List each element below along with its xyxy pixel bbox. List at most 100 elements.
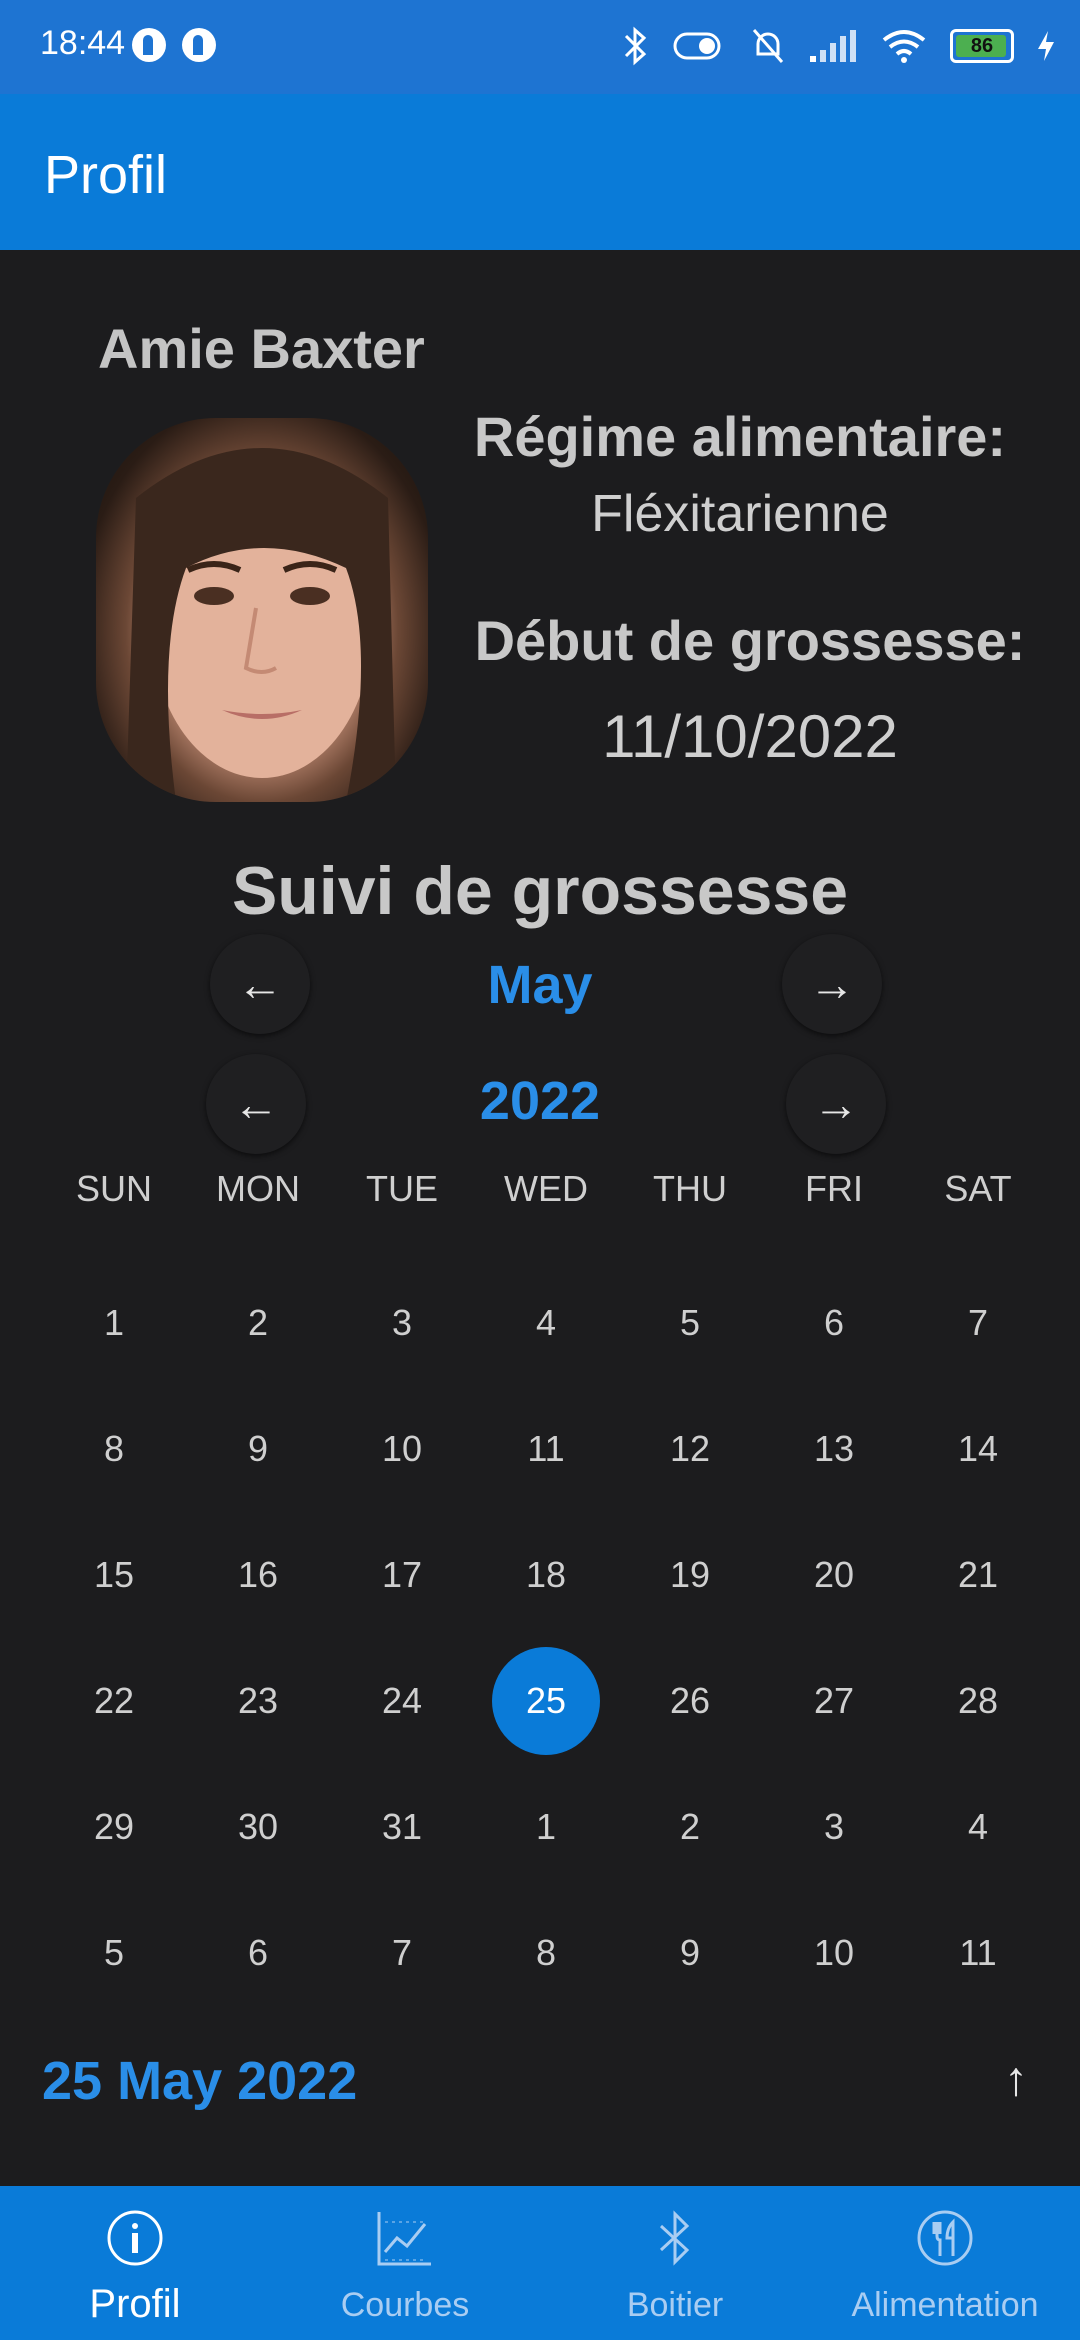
tab-profil[interactable]: Profil	[0, 2186, 270, 2340]
calendar-day[interactable]: 8	[42, 1394, 186, 1504]
calendar-day[interactable]: 22	[42, 1646, 186, 1756]
calendar-day-number: 15	[93, 1554, 135, 1595]
calendar-day[interactable]: 6	[186, 1898, 330, 2008]
calendar-day[interactable]: 6	[762, 1268, 906, 1378]
calendar-day[interactable]: 16	[186, 1520, 330, 1630]
calendar-day[interactable]: 11	[474, 1394, 618, 1504]
calendar-day-number: 11	[527, 1428, 565, 1469]
calendar-day[interactable]: 10	[330, 1394, 474, 1504]
calendar-day-number: 25	[525, 1680, 567, 1721]
calendar-day[interactable]: 3	[762, 1772, 906, 1882]
calendar-day-number: 1	[103, 1302, 125, 1343]
status-bar: 18:44 86	[0, 0, 1080, 94]
month-nav: ← May →	[0, 934, 1080, 1034]
calendar-day-number: 17	[381, 1554, 423, 1595]
calendar-day-number: 22	[93, 1680, 135, 1721]
section-title: Suivi de grossesse	[231, 853, 849, 929]
weekday-label: THU	[653, 1168, 727, 1209]
calendar-day[interactable]: 11	[906, 1898, 1050, 2008]
bluetooth-icon	[659, 2210, 690, 2266]
calendar-day[interactable]: 28	[906, 1646, 1050, 1756]
calendar-day-number: 27	[813, 1680, 855, 1721]
calendar-day-number: 4	[535, 1302, 557, 1343]
calendar-day[interactable]: 5	[618, 1268, 762, 1378]
pregnancy-start-value: 11/10/2022	[602, 703, 898, 770]
calendar-day[interactable]: 21	[906, 1520, 1050, 1630]
calendar-day[interactable]: 27	[762, 1646, 906, 1756]
avatar	[96, 418, 428, 802]
calendar-day[interactable]: 7	[906, 1268, 1050, 1378]
app-bar: Profil	[0, 94, 1080, 250]
calendar-day[interactable]: 18	[474, 1520, 618, 1630]
calendar-day[interactable]: 10	[762, 1898, 906, 2008]
app-notification-icon	[182, 28, 216, 62]
calendar-day-number: 6	[247, 1932, 269, 1973]
calendar-day[interactable]: 19	[618, 1520, 762, 1630]
calendar-day[interactable]: 4	[906, 1772, 1050, 1882]
calendar-day-number: 19	[669, 1554, 711, 1595]
calendar-day[interactable]: 7	[330, 1898, 474, 2008]
calendar-day[interactable]: 9	[186, 1394, 330, 1504]
tab-courbes[interactable]: Courbes	[270, 2186, 540, 2340]
tab-alimentation[interactable]: Alimentation	[810, 2186, 1080, 2340]
mute-bell-icon	[752, 29, 784, 63]
calendar-day-number: 7	[391, 1932, 413, 1973]
calendar-day-number: 2	[247, 1302, 269, 1343]
arrow-right-icon: →	[809, 958, 855, 1010]
next-year-button[interactable]: →	[786, 1054, 886, 1154]
calendar-day[interactable]: 13	[762, 1394, 906, 1504]
calendar-day[interactable]: 8	[474, 1898, 618, 2008]
calendar-day-number: 31	[381, 1806, 423, 1847]
calendar-day[interactable]: 3	[330, 1268, 474, 1378]
calendar-day[interactable]: 2	[618, 1772, 762, 1882]
profile-name: Amie Baxter	[98, 317, 425, 380]
toggle-status-icon	[673, 32, 721, 60]
calendar-day-selected[interactable]: 25	[474, 1646, 618, 1756]
calendar-day-number: 24	[381, 1680, 423, 1721]
calendar-day[interactable]: 14	[906, 1394, 1050, 1504]
calendar-day-number: 4	[967, 1806, 989, 1847]
bluetooth-status-icon	[624, 26, 647, 66]
calendar-day-number: 20	[813, 1554, 855, 1595]
year-nav: ← 2022 →	[0, 1054, 1080, 1154]
calendar-day[interactable]: 12	[618, 1394, 762, 1504]
calendar-day[interactable]: 31	[330, 1772, 474, 1882]
calendar-day-number: 9	[679, 1932, 701, 1973]
battery-level: 86	[970, 34, 994, 57]
arrow-right-icon: →	[813, 1078, 859, 1130]
battery-icon: 86	[950, 29, 1014, 63]
status-time: 18:44	[40, 24, 126, 62]
calendar-day-number: 18	[525, 1554, 567, 1595]
tab-label: Boitier	[626, 2286, 724, 2324]
calendar-day[interactable]: 15	[42, 1520, 186, 1630]
page-title: Profil	[44, 145, 168, 205]
calendar-day-number: 6	[823, 1302, 845, 1343]
calendar-day[interactable]: 1	[42, 1268, 186, 1378]
calendar-day[interactable]: 5	[42, 1898, 186, 2008]
calendar-day[interactable]: 2	[186, 1268, 330, 1378]
calendar-day[interactable]: 17	[330, 1520, 474, 1630]
calendar-day-number: 3	[391, 1302, 413, 1343]
weekday-label: FRI	[805, 1168, 863, 1209]
calendar-day[interactable]: 20	[762, 1520, 906, 1630]
calendar-day[interactable]: 9	[618, 1898, 762, 2008]
tab-boitier[interactable]: Boitier	[540, 2186, 810, 2340]
calendar-day-number: 23	[237, 1680, 279, 1721]
calendar-day-number: 10	[381, 1428, 423, 1469]
calendar-day[interactable]: 26	[618, 1646, 762, 1756]
calendar-day[interactable]: 4	[474, 1268, 618, 1378]
wifi-icon	[882, 30, 926, 63]
weekday-label: SAT	[944, 1168, 1012, 1209]
tab-label: Profil	[89, 2282, 181, 2326]
next-month-button[interactable]: →	[782, 934, 882, 1034]
calendar-day[interactable]: 24	[330, 1646, 474, 1756]
calendar-day[interactable]: 23	[186, 1646, 330, 1756]
calendar-day-number: 28	[957, 1680, 999, 1721]
calendar-day-number: 13	[813, 1428, 855, 1469]
scroll-up-button[interactable]: ↑	[1004, 2052, 1028, 2107]
calendar-day[interactable]: 1	[474, 1772, 618, 1882]
calendar-day[interactable]: 30	[186, 1772, 330, 1882]
calendar-day-number: 8	[535, 1932, 557, 1973]
calendar-day[interactable]: 29	[42, 1772, 186, 1882]
info-icon	[107, 2210, 163, 2266]
